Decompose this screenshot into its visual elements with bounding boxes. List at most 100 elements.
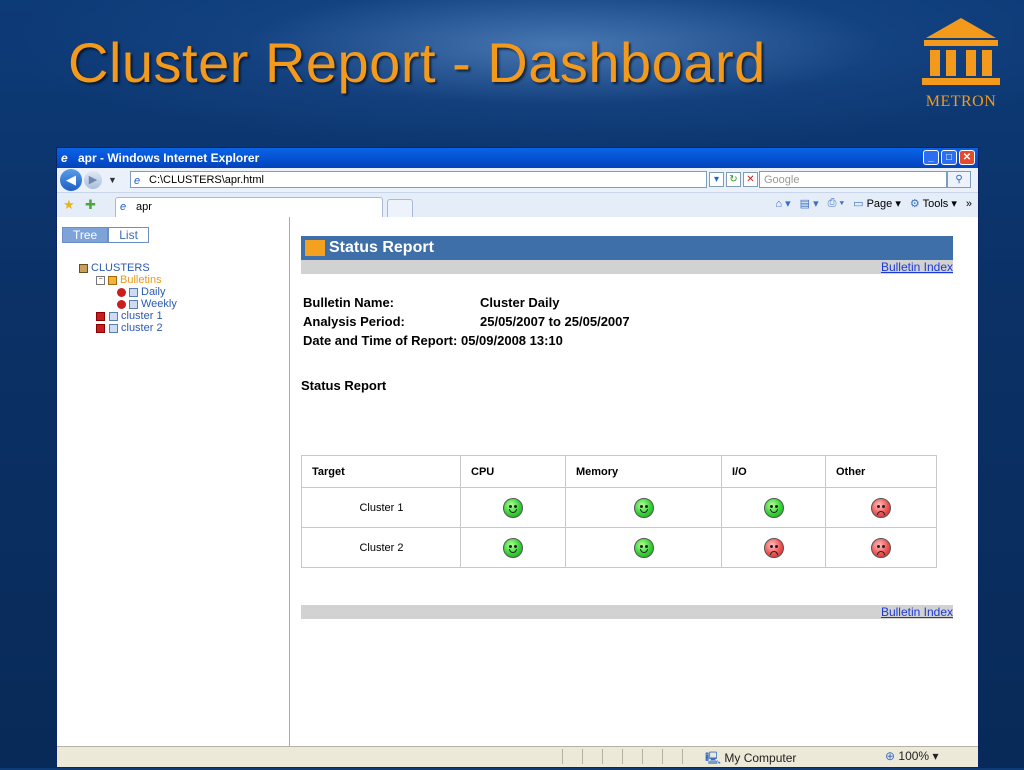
- cluster-tree: CLUSTERS − Bulletins Daily Weekly cluster…: [79, 262, 177, 334]
- forward-button[interactable]: ▶: [84, 171, 102, 189]
- computer-icon: 🖳: [705, 751, 722, 765]
- new-tab-button[interactable]: [387, 199, 413, 218]
- table-row: Cluster 2: [301, 527, 937, 568]
- alert-dot-icon: [117, 287, 126, 297]
- report-pane: Status Report Bulletin Index Bulletin Na…: [301, 217, 961, 746]
- target-cell: Cluster 2: [301, 527, 461, 568]
- tree-item-daily[interactable]: Daily: [117, 286, 177, 298]
- zoom-icon: ⊕: [885, 749, 896, 763]
- feeds-icon[interactable]: ▤ ▾: [800, 197, 819, 210]
- table-header-row: Target CPU Memory I/O Other: [301, 455, 937, 488]
- zone-label: My Computer: [724, 751, 797, 765]
- column-header: I/O: [721, 455, 826, 488]
- history-dropdown-icon[interactable]: ▼: [108, 175, 117, 185]
- bottom-link-bar: Bulletin Index: [301, 605, 953, 619]
- tree-item-bulletins[interactable]: − Bulletins: [96, 274, 177, 286]
- smiley-good-icon: [503, 537, 523, 558]
- address-bar-row: ◀ ▶ ▼ e C:\CLUSTERS\apr.html ▾ ↻ ✕ Googl…: [57, 168, 978, 193]
- slide-title: Cluster Report - Dashboard: [68, 31, 766, 94]
- address-text: C:\CLUSTERS\apr.html: [149, 174, 264, 186]
- logo-text: METRON: [925, 93, 997, 110]
- tree-item-weekly[interactable]: Weekly: [117, 298, 177, 310]
- maximize-button[interactable]: □: [941, 150, 957, 165]
- top-link-bar: Bulletin Index: [301, 260, 953, 274]
- report-icon: [129, 299, 138, 309]
- tab-apr[interactable]: e apr: [115, 197, 383, 217]
- address-input[interactable]: e C:\CLUSTERS\apr.html: [130, 171, 707, 188]
- tree-item-clusters[interactable]: CLUSTERS: [79, 262, 177, 274]
- analysis-period-label: Analysis Period:: [303, 314, 405, 329]
- zoom-label: 100%: [898, 749, 930, 763]
- address-dropdown-icon[interactable]: ▾: [709, 172, 724, 187]
- status-cell: [460, 527, 566, 568]
- analysis-period-value: 25/05/2007 to 25/05/2007: [480, 314, 630, 329]
- tab-list[interactable]: List: [108, 227, 149, 243]
- header-label: Status Report: [329, 239, 434, 256]
- tree-item-label: Weekly: [141, 298, 177, 310]
- zone-indicator: 🖳 My Computer: [705, 749, 796, 770]
- tree-item-cluster-1[interactable]: cluster 1: [96, 310, 177, 322]
- back-button[interactable]: ◀: [60, 169, 82, 191]
- status-bar: 🖳 My Computer ⊕ 100% ▾: [57, 746, 978, 767]
- smiley-bad-icon: [871, 497, 891, 518]
- temple-icon: [305, 240, 325, 256]
- minimize-button[interactable]: _: [923, 150, 939, 165]
- stop-button[interactable]: ✕: [743, 172, 758, 187]
- bulletin-name-value: Cluster Daily: [480, 295, 560, 310]
- report-icon: [129, 287, 138, 297]
- search-icon[interactable]: ⚲: [947, 171, 971, 188]
- tools-menu[interactable]: ⚙ Tools ▾: [910, 197, 957, 210]
- tree-item-label: cluster 2: [121, 322, 163, 334]
- search-input[interactable]: Google: [759, 171, 947, 188]
- alert-square-icon: [96, 323, 105, 333]
- favorites-star-icon[interactable]: ★: [63, 197, 75, 213]
- status-cell: [565, 527, 722, 568]
- table-row: Cluster 1: [301, 487, 937, 528]
- more-chevron[interactable]: »: [966, 198, 972, 210]
- target-cell: Cluster 1: [301, 487, 461, 528]
- status-cell: [825, 487, 937, 528]
- cluster-icon: [109, 311, 118, 321]
- refresh-button[interactable]: ↻: [726, 172, 741, 187]
- window-titlebar: e apr - Windows Internet Explorer _ □ ✕: [57, 148, 978, 168]
- page-icon: e: [134, 175, 141, 187]
- tab-tree[interactable]: Tree: [62, 227, 109, 243]
- page-icon: e: [120, 201, 127, 213]
- page-menu-icon: ▭: [853, 198, 864, 210]
- status-cell: [460, 487, 566, 528]
- close-button[interactable]: ✕: [959, 150, 975, 165]
- status-cell: [825, 527, 937, 568]
- window-title: apr - Windows Internet Explorer: [78, 151, 260, 165]
- metron-logo: METRON: [918, 16, 1004, 116]
- clusters-icon: [79, 263, 88, 273]
- status-cell: [721, 527, 826, 568]
- tools-menu-label: Tools: [922, 198, 949, 210]
- add-favorites-icon[interactable]: ✚: [85, 197, 96, 213]
- page-content: Tree List CLUSTERS − Bulletins Daily Week…: [57, 217, 978, 767]
- alert-square-icon: [96, 311, 105, 321]
- folder-icon: [108, 275, 117, 285]
- smiley-bad-icon: [763, 537, 784, 558]
- column-header: CPU: [460, 455, 566, 488]
- tree-item-cluster-2[interactable]: cluster 2: [96, 322, 177, 334]
- bulletin-index-link-top[interactable]: Bulletin Index: [881, 260, 953, 274]
- browser-window: e apr - Windows Internet Explorer _ □ ✕ …: [56, 147, 979, 767]
- cluster-icon: [109, 323, 118, 333]
- status-report-header: Status Report: [301, 236, 953, 260]
- tree-item-label: Bulletins: [120, 274, 162, 286]
- report-meta: Bulletin Name: Cluster Daily Analysis Per…: [303, 293, 630, 350]
- print-icon[interactable]: ⎙ ▾: [828, 197, 844, 210]
- date-time-label: Date and Time of Report:: [303, 333, 458, 348]
- temple-icon: [922, 18, 1000, 85]
- zoom-control[interactable]: ⊕ 100% ▾: [885, 749, 938, 763]
- collapse-icon[interactable]: −: [96, 275, 105, 285]
- left-pane: Tree List CLUSTERS − Bulletins Daily Week…: [57, 217, 290, 746]
- zoom-dropdown-icon[interactable]: ▾: [932, 749, 938, 763]
- tab-bar: ★ ✚ e apr ⌂ ▾ ▤ ▾ ⎙ ▾ ▭ Page ▾ ⚙ Tools ▾…: [57, 193, 978, 218]
- home-icon[interactable]: ⌂ ▾: [775, 197, 790, 210]
- smiley-good-icon: [503, 497, 523, 518]
- date-time-value: 05/09/2008 13:10: [460, 333, 563, 348]
- bulletin-index-link-bottom[interactable]: Bulletin Index: [881, 605, 953, 619]
- page-menu[interactable]: ▭ Page ▾: [853, 197, 901, 210]
- status-table: Target CPU Memory I/O Other Cluster 1 Cl…: [301, 455, 937, 568]
